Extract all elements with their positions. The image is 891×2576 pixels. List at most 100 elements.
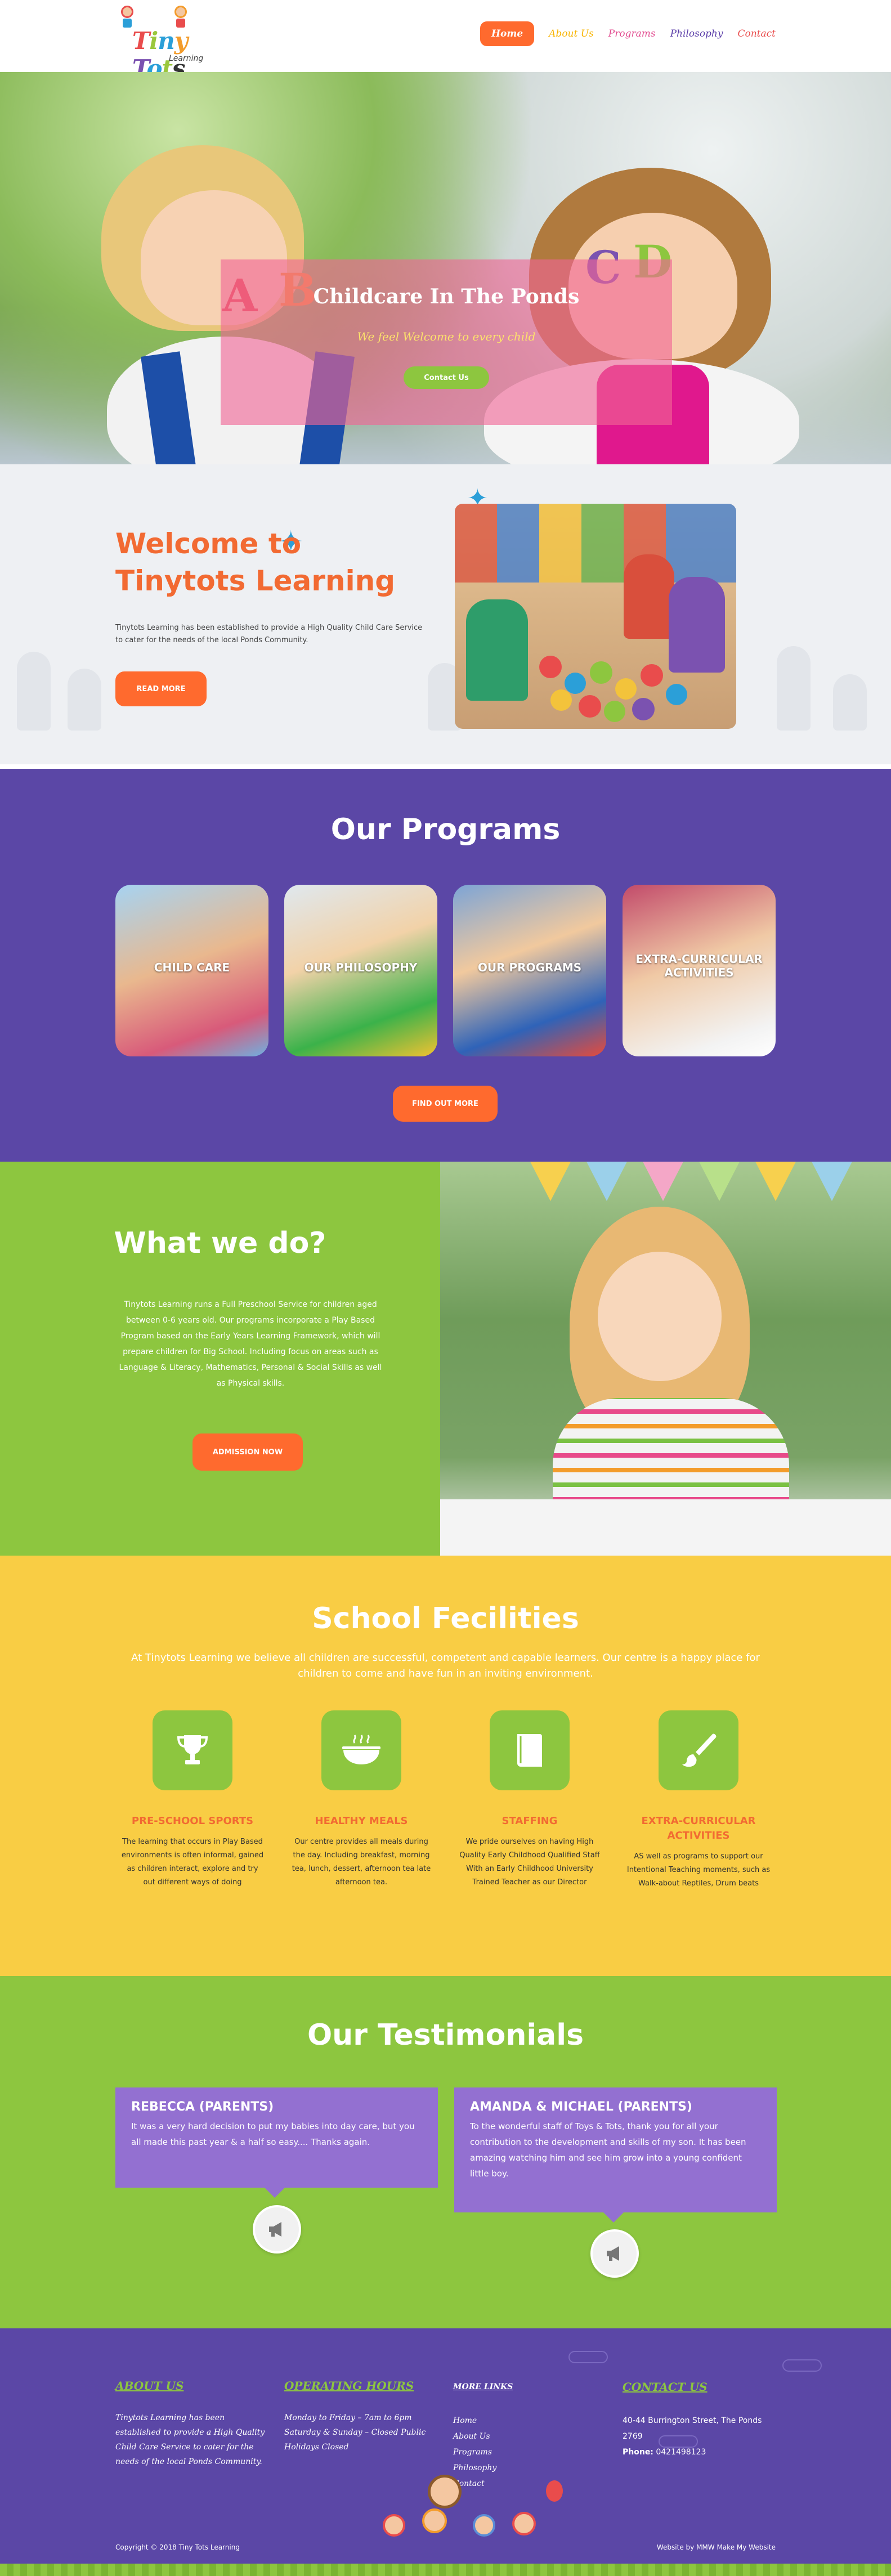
kids-illustration <box>360 2475 597 2565</box>
bunting-flag <box>755 1162 796 1201</box>
meal-icon <box>321 1710 401 1790</box>
program-card-our-philosophy[interactable]: OUR PHILOSOPHY <box>284 885 437 1056</box>
bunting-flag <box>586 1162 627 1201</box>
book-icon <box>490 1710 570 1790</box>
nav-philosophy[interactable]: Philosophy <box>670 28 723 39</box>
what-we-do-title: What we do? <box>114 1226 326 1260</box>
facility-item: STAFFING We pride ourselves on having Hi… <box>451 1710 608 1889</box>
hero-subtitle: We feel Welcome to every child <box>357 330 536 343</box>
footer-heading: MORE LINKS <box>453 2382 513 2391</box>
background-silhouette <box>833 674 867 731</box>
footer-phone-label: Phone: <box>623 2448 653 2457</box>
logo-kid-icon <box>174 6 187 28</box>
bunting-flag <box>643 1162 683 1201</box>
nav-programs[interactable]: Programs <box>608 28 656 39</box>
welcome-section: ✦ Welcome to Tinytots Learning Tinytots … <box>0 464 891 764</box>
facility-item: PRE-SCHOOL SPORTS The learning that occu… <box>114 1710 271 1889</box>
facilities-title: School Fecilities <box>312 1602 579 1636</box>
copyright-text: Copyright © 2018 Tiny Tots Learning <box>115 2543 240 2551</box>
site-header: Tiny Tots Learning Home About Us Program… <box>0 0 891 82</box>
hero-title: Childcare In The Ponds <box>313 285 580 308</box>
testimonial-author: REBECCA (PARENTS) <box>131 2100 274 2114</box>
footer-hours-line: Saturday & Sunday – Closed Public <box>284 2428 426 2437</box>
background-silhouette <box>17 652 51 731</box>
cloud-decoration <box>568 2351 608 2363</box>
facilities-intro: At Tinytots Learning we believe all chil… <box>131 1652 760 1679</box>
testimonials-section: Our Testimonials REBECCA (PARENTS) It wa… <box>0 1976 891 2328</box>
program-card-child-care[interactable]: CHILD CARE <box>115 885 268 1056</box>
paintbrush-icon <box>659 1710 738 1790</box>
main-nav: Home About Us Programs Philosophy Contac… <box>480 21 776 46</box>
testimonial-pointer <box>603 2212 624 2223</box>
footer-link-programs[interactable]: Programs <box>453 2444 605 2460</box>
background-silhouette <box>68 669 101 731</box>
welcome-text: Tinytots Learning has been established t… <box>115 624 423 644</box>
hero-banner: A B C D Childcare In The Ponds We feel W… <box>0 72 891 464</box>
footer-about: ABOUT US Tinytots Learning has been esta… <box>115 2379 267 2469</box>
program-card-extra-curricular[interactable]: EXTRA-CURRICULAR ACTIVITIES <box>623 885 776 1056</box>
find-out-more-button[interactable]: FIND OUT MORE <box>393 1086 498 1122</box>
facility-text: AS well as programs to support our Inten… <box>626 1852 771 1888</box>
facility-title: PRE-SCHOOL SPORTS <box>131 1815 254 1827</box>
nav-about-us[interactable]: About Us <box>549 28 594 39</box>
footer-heading: CONTACT US <box>623 2380 708 2394</box>
megaphone-icon <box>590 2229 639 2278</box>
program-card-label: OUR PHILOSOPHY <box>304 961 418 974</box>
trophy-icon <box>153 1710 232 1790</box>
site-footer: ABOUT US Tinytots Learning has been esta… <box>0 2328 891 2576</box>
photo-girl-face <box>598 1252 722 1381</box>
programs-title: Our Programs <box>330 813 561 846</box>
welcome-title: Welcome to Tinytots Learning <box>115 527 396 597</box>
logo-subtitle: Learning <box>169 54 204 63</box>
testimonial-pointer <box>265 2188 285 2198</box>
footer-link-home[interactable]: Home <box>453 2413 605 2429</box>
footer-address: 40-44 Burrington Street, The Ponds <box>623 2416 762 2425</box>
megaphone-icon <box>253 2205 301 2254</box>
background-silhouette <box>777 646 811 731</box>
logo-kid-icon <box>121 6 133 28</box>
footer-postcode: 2769 <box>623 2432 643 2441</box>
footer-contact: CONTACT US 40-44 Burrington Street, The … <box>623 2379 774 2460</box>
facility-title: EXTRA-CURRICULAR ACTIVITIES <box>641 1815 756 1842</box>
footer-phone-number[interactable]: 0421498123 <box>656 2448 706 2457</box>
program-card-label: CHILD CARE <box>154 961 230 974</box>
facility-text: Our centre provides all meals during the… <box>292 1838 431 1887</box>
bunting-flag <box>530 1162 571 1201</box>
welcome-photo <box>455 504 736 729</box>
hero-caption-box: Childcare In The Ponds We feel Welcome t… <box>221 259 672 425</box>
facility-text: The learning that occurs in Play Based e… <box>121 1838 264 1887</box>
footer-hours-line: Holidays Closed <box>284 2443 349 2452</box>
testimonial-author: AMANDA & MICHAEL (PARENTS) <box>470 2100 692 2114</box>
footer-hours-line: Monday to Friday – 7am to 6pm <box>284 2413 412 2422</box>
tiny-tots-logo[interactable]: Tiny Tots Learning <box>115 6 205 82</box>
nav-home[interactable]: Home <box>480 21 535 46</box>
grass-decoration <box>0 2564 891 2576</box>
footer-hours: OPERATING HOURS Monday to Friday – 7am t… <box>284 2379 436 2454</box>
facilities-section: School Fecilities At Tinytots Learning w… <box>0 1556 891 1976</box>
programs-section: Our Programs CHILD CARE OUR PHILOSOPHY O… <box>0 769 891 1162</box>
website-credit-link[interactable]: Website by MMW Make My Website <box>657 2543 776 2551</box>
photo-table <box>440 1499 891 1556</box>
section-divider <box>0 764 891 769</box>
footer-heading: OPERATING HOURS <box>284 2379 414 2393</box>
program-card-our-programs[interactable]: OUR PROGRAMS <box>453 885 606 1056</box>
footer-link-about-us[interactable]: About Us <box>453 2429 605 2444</box>
read-more-button[interactable]: READ MORE <box>115 671 207 706</box>
what-we-do-panel: What we do? Tinytots Learning runs a Ful… <box>0 1162 440 1556</box>
bunting-flag <box>812 1162 852 1201</box>
what-we-do-photo <box>440 1162 891 1556</box>
footer-about-text: Tinytots Learning has been established t… <box>115 2413 265 2466</box>
testimonial-card: AMANDA & MICHAEL (PARENTS) To the wonder… <box>454 2087 777 2223</box>
facility-item: HEALTHY MEALS Our centre provides all me… <box>283 1710 440 1889</box>
facility-text: We pride ourselves on having High Qualit… <box>459 1838 600 1887</box>
footer-heading: ABOUT US <box>115 2379 184 2393</box>
what-we-do-text: Tinytots Learning runs a Full Preschool … <box>119 1300 382 1388</box>
testimonial-text: It was a very hard decision to put my ba… <box>131 2121 415 2147</box>
program-card-label: EXTRA-CURRICULAR ACTIVITIES <box>635 952 763 979</box>
program-card-label: OUR PROGRAMS <box>477 961 582 974</box>
footer-link-philosophy[interactable]: Philosophy <box>453 2460 605 2476</box>
cloud-decoration <box>782 2359 822 2372</box>
nav-contact[interactable]: Contact <box>737 28 776 39</box>
contact-us-button[interactable]: Contact Us <box>404 366 489 389</box>
admission-now-button[interactable]: ADMISSION NOW <box>192 1433 303 1471</box>
